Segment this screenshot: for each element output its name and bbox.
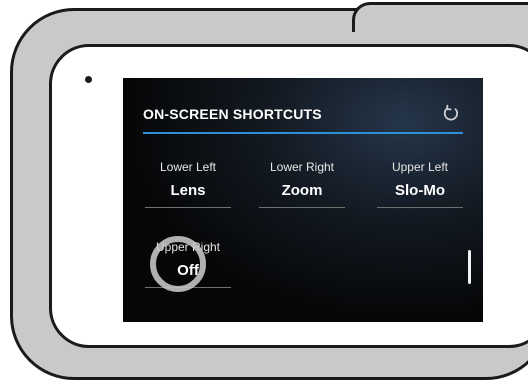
shortcut-position-label: Lower Left xyxy=(159,160,217,174)
shortcut-underline xyxy=(377,207,463,208)
shortcut-position-label: Lower Right xyxy=(269,160,335,174)
shortcut-underline xyxy=(259,207,345,208)
header-underline xyxy=(143,132,463,134)
shortcut-position-label: Upper Left xyxy=(391,160,449,174)
shortcut-lower-right[interactable]: Lower Right Zoom xyxy=(257,160,347,208)
shortcut-underline xyxy=(145,207,231,208)
shortcut-lower-left[interactable]: Lower Left Lens xyxy=(143,160,233,208)
tap-indicator-ring xyxy=(150,236,206,292)
scrollbar[interactable] xyxy=(468,250,471,284)
camera-screen: ON-SCREEN SHORTCUTS Lower Left Lens Lowe… xyxy=(123,78,483,322)
shortcut-value: Slo-Mo xyxy=(395,182,445,199)
reset-icon[interactable] xyxy=(441,104,461,124)
shortcut-upper-left[interactable]: Upper Left Slo-Mo xyxy=(375,160,465,208)
camera-top-bump xyxy=(352,2,528,32)
front-sensor-dot xyxy=(85,76,92,83)
shortcut-value: Zoom xyxy=(281,182,323,199)
shortcut-value: Lens xyxy=(170,182,206,199)
screen-title: ON-SCREEN SHORTCUTS xyxy=(143,106,322,122)
